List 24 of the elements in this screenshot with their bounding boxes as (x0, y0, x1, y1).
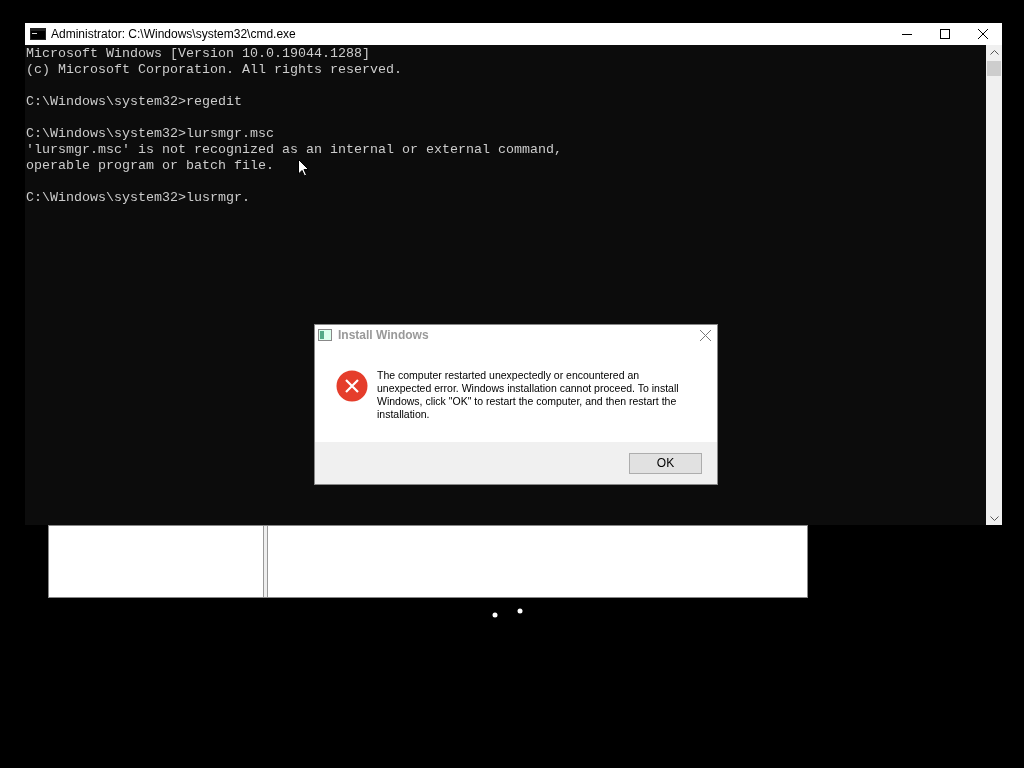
mouse-cursor-icon (298, 159, 309, 177)
window-icon (318, 329, 332, 341)
dialog-title: Install Windows (338, 327, 429, 344)
console-line: C:\Windows\system32>lusrmgr. (26, 190, 250, 206)
console-line: operable program or batch file. (26, 158, 274, 174)
error-icon (336, 370, 368, 402)
close-icon (978, 29, 988, 39)
minimize-icon (902, 33, 912, 35)
window-title: Administrator: C:\Windows\system32\cmd.exe (51, 26, 296, 43)
console-line: (c) Microsoft Corporation. All rights reserved. (26, 62, 402, 78)
spinner-icon (492, 608, 523, 618)
error-message: The computer restarted unexpectedly or encountered an unexpected error. Windows installation cannot proceed. To install Windows, click "OK" to restart the computer, and then restart the installation. (377, 369, 680, 422)
maximize-icon (940, 29, 950, 39)
scroll-down-icon (989, 516, 999, 521)
scroll-thumb[interactable] (987, 61, 1001, 76)
scroll-up-icon (989, 50, 999, 55)
scrollbar[interactable] (986, 45, 1002, 525)
console-icon (30, 28, 46, 40)
console-line: C:\Windows\system32>lursmgr.msc (26, 126, 274, 142)
close-icon (699, 329, 711, 341)
console-line: 'lursmgr.msc' is not recognized as an internal or external command, (26, 142, 562, 158)
ok-button[interactable]: OK (629, 452, 702, 474)
console-line: C:\Windows\system32>regedit (26, 94, 242, 110)
console-line: Microsoft Windows [Version 10.0.19044.1288] (26, 46, 370, 62)
